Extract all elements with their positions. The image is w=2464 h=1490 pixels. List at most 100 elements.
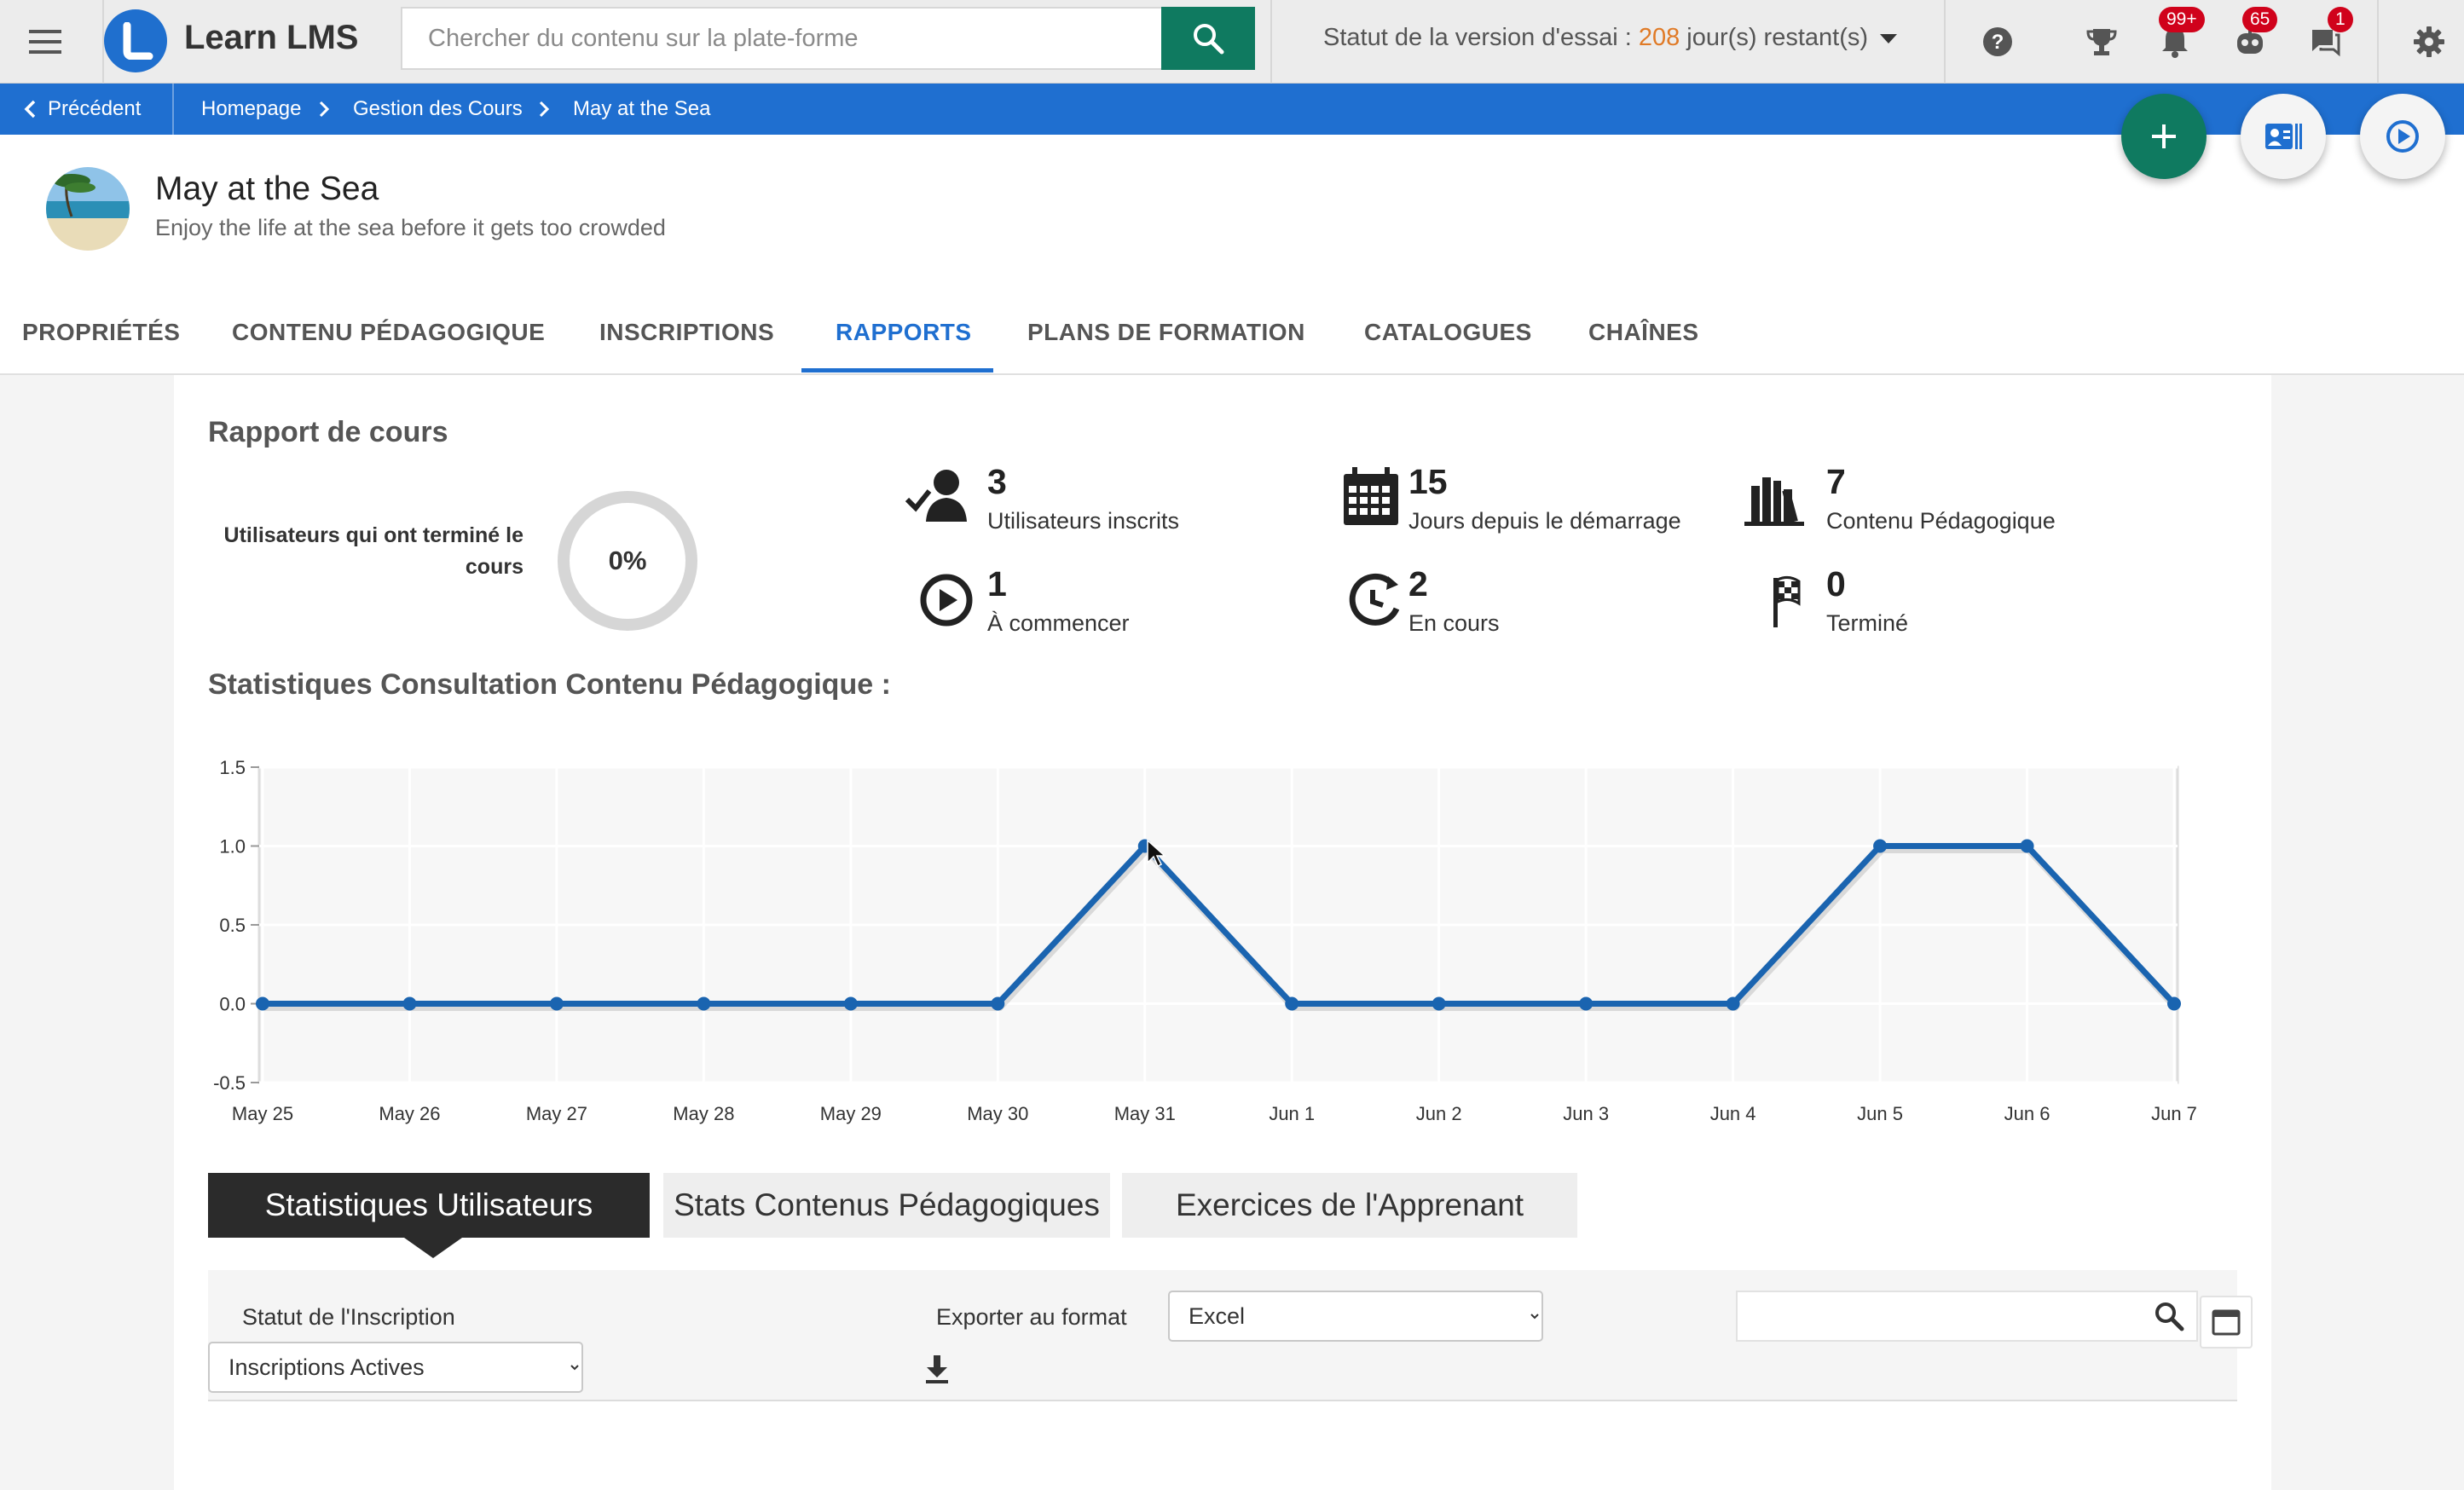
stat-label: Jours depuis le démarrage (1408, 508, 1681, 534)
stat-label: Terminé (1826, 610, 1909, 636)
page-title: May at the Sea (155, 170, 379, 207)
breadcrumb-item-current-course[interactable]: May at the Sea (573, 84, 710, 135)
data-point (1432, 996, 1446, 1011)
table-search-input[interactable] (1738, 1292, 2138, 1340)
breadcrumb-item-homepage[interactable]: Homepage (201, 84, 301, 135)
x-tick-label: May 28 (673, 1103, 734, 1124)
tab-properties[interactable]: PROPRIÉTÉS (22, 319, 180, 346)
data-point (2167, 996, 2181, 1011)
divider (172, 84, 174, 135)
completion-donut: 0% (558, 491, 697, 631)
play-circle-icon (2386, 120, 2419, 153)
data-point (1579, 996, 1594, 1011)
trial-status[interactable]: Statut de la version d'essai : 208 jour(… (1323, 24, 1898, 52)
calendar-button[interactable] (2200, 1296, 2253, 1349)
enrolled-user-icon (905, 470, 967, 522)
caret-down-icon (1880, 34, 1898, 44)
search-input[interactable] (402, 9, 1161, 68)
tab-catalogs[interactable]: CATALOGUES (1364, 319, 1532, 346)
user-card-button[interactable] (2241, 94, 2326, 179)
play-course-button[interactable] (2360, 94, 2445, 179)
data-point (256, 996, 269, 1011)
add-button[interactable] (2121, 94, 2207, 179)
active-tab-indicator (801, 368, 993, 372)
trophy-icon[interactable] (2079, 19, 2125, 65)
progress-clock-icon (1349, 573, 1400, 626)
x-tick-label: Jun 1 (1269, 1103, 1315, 1124)
subtab-learner-exercises[interactable]: Exercices de l'Apprenant (1122, 1173, 1577, 1238)
settings-gear-icon[interactable] (2406, 19, 2452, 65)
tab-learning-plans[interactable]: PLANS DE FORMATION (1027, 319, 1305, 346)
divider (1944, 0, 1946, 84)
chat-badge: 1 (2328, 7, 2353, 32)
active-subtab-arrow (404, 1238, 462, 1258)
y-tick-label: 1.0 (219, 836, 246, 858)
export-format-select[interactable]: Excel (1168, 1291, 1543, 1342)
completion-percentage: 0% (608, 546, 647, 575)
y-tick-label: -0.5 (213, 1072, 246, 1094)
chevron-right-icon (539, 101, 549, 118)
checkered-flag-icon (1773, 575, 1801, 627)
x-tick-label: Jun 4 (1710, 1103, 1756, 1124)
books-icon (1744, 477, 1804, 526)
filter-bar: Statut de l'Inscription Inscriptions Act… (208, 1270, 2253, 1401)
stat-value: 2 (1408, 564, 1428, 604)
chevron-left-icon (24, 100, 36, 118)
x-tick-label: Jun 5 (1857, 1103, 1903, 1124)
x-tick-label: May 26 (379, 1103, 440, 1124)
data-point (549, 996, 564, 1011)
bot-icon[interactable]: 65 (2227, 7, 2278, 65)
tab-enrollments[interactable]: INSCRIPTIONS (599, 319, 774, 346)
y-tick-label: 0.0 (219, 994, 246, 1015)
data-point (1285, 996, 1299, 1011)
y-tick-label: 0.5 (219, 915, 246, 936)
course-header: May at the Sea Enjoy the life at the sea… (0, 135, 2464, 375)
chat-icon[interactable]: 1 (2302, 7, 2353, 65)
notification-bell-icon[interactable]: 99+ (2152, 7, 2205, 65)
hamburger-menu-icon[interactable] (17, 17, 73, 66)
report-panel: Rapport de cours Utilisateurs qui ont te… (174, 375, 2271, 1490)
enrollment-status-select[interactable]: Inscriptions Actives (208, 1342, 583, 1393)
search-button[interactable] (1161, 7, 1255, 70)
plus-icon (2152, 124, 2176, 148)
x-tick-label: May 25 (232, 1103, 293, 1124)
subtab-content-stats[interactable]: Stats Contenus Pédagogiques (663, 1173, 1110, 1238)
chevron-right-icon (319, 101, 329, 118)
subtab-user-stats[interactable]: Statistiques Utilisateurs (208, 1173, 650, 1238)
data-point (2020, 839, 2034, 853)
stat-value: 15 (1408, 462, 1448, 501)
enrollment-status-label: Statut de l'Inscription (242, 1304, 455, 1330)
search-icon[interactable] (2154, 1301, 2184, 1331)
divider (1270, 0, 1272, 84)
stat-value: 7 (1826, 462, 1846, 501)
data-point (843, 996, 858, 1011)
trial-status-suffix: jour(s) restant(s) (1680, 24, 1869, 51)
tab-learning-content[interactable]: CONTENU PÉDAGOGIQUE (232, 319, 545, 346)
breadcrumb-item-course-management[interactable]: Gestion des Cours (353, 84, 523, 135)
logo-icon[interactable] (104, 9, 167, 72)
stat-label: Contenu Pédagogique (1826, 508, 2056, 534)
calendar-grid-icon (1344, 467, 1398, 525)
chart-title: Statistiques Consultation Contenu Pédago… (208, 668, 891, 701)
completed-users-label: Utilisateurs qui ont terminé le cours (223, 523, 523, 579)
trial-status-prefix: Statut de la version d'essai : (1323, 24, 1639, 51)
course-thumbnail (46, 167, 130, 251)
help-icon[interactable]: ? (1975, 19, 2021, 65)
play-circle-icon (920, 574, 973, 627)
x-tick-label: May 29 (820, 1103, 882, 1124)
trial-days-count: 208 (1638, 24, 1680, 51)
page-subtitle: Enjoy the life at the sea before it gets… (155, 215, 666, 240)
back-button[interactable]: Précédent (24, 84, 141, 135)
tab-reports[interactable]: RAPPORTS (836, 319, 972, 346)
stat-label: Utilisateurs inscrits (987, 508, 1180, 534)
data-point (697, 996, 711, 1011)
svg-text:?: ? (1992, 31, 2004, 54)
download-icon[interactable] (923, 1352, 951, 1386)
calendar-icon (2212, 1309, 2241, 1336)
x-tick-label: May 30 (967, 1103, 1028, 1124)
tab-channels[interactable]: CHAÎNES (1588, 319, 1699, 346)
x-tick-label: Jun 7 (2151, 1103, 2197, 1124)
id-card-icon (2265, 124, 2302, 149)
data-point (1726, 996, 1740, 1011)
app-name[interactable]: Learn LMS (184, 19, 358, 57)
